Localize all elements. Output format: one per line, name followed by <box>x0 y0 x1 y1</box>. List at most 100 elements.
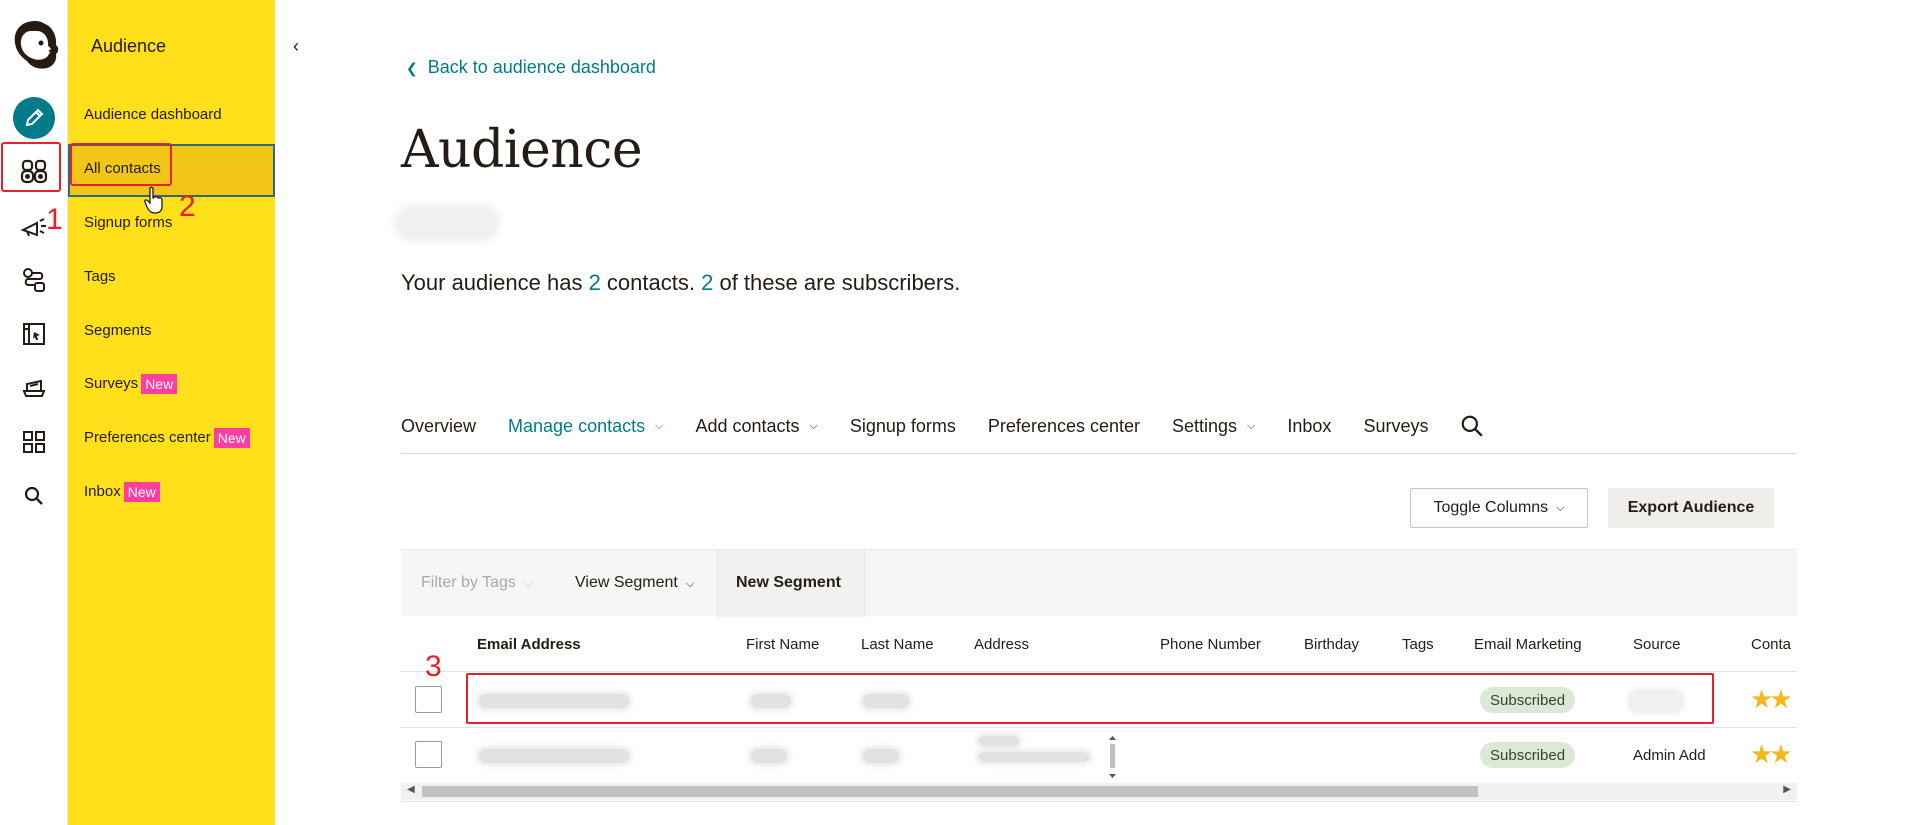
toggle-columns-button[interactable]: Toggle Columns ⌵ <box>1410 488 1588 528</box>
row-divider <box>401 671 1797 672</box>
content-icon <box>22 379 46 397</box>
column-header-first-name[interactable]: First Name <box>746 636 819 653</box>
mailchimp-logo-icon[interactable] <box>9 17 61 73</box>
summary-prefix: Your audience has <box>401 270 589 295</box>
column-header-email-marketing[interactable]: Email Marketing <box>1474 636 1582 653</box>
campaigns-icon <box>20 218 46 237</box>
subnav-item-segments[interactable]: Segments <box>84 322 152 339</box>
subnav-item-surveys-label: Surveys <box>84 374 139 392</box>
search-rail-button[interactable] <box>14 476 54 516</box>
tab-label: Preferences center <box>987 415 1140 436</box>
column-header-tags[interactable]: Tags <box>1402 636 1434 653</box>
tab-manage-contacts[interactable]: Manage contacts ⌵ <box>508 414 663 438</box>
row-checkbox[interactable] <box>415 741 442 768</box>
annotation-box-1 <box>1 142 61 192</box>
integrations-rail-button[interactable] <box>14 422 54 462</box>
tab-signup-forms[interactable]: Signup forms <box>850 414 956 438</box>
chevron-down-icon: ⌵ <box>1247 419 1256 432</box>
subnav-title: Audience <box>91 36 167 56</box>
column-header-birthday[interactable]: Birthday <box>1304 636 1359 653</box>
new-segment-button[interactable]: New Segment <box>736 574 841 592</box>
column-header-email[interactable]: Email Address <box>477 636 581 653</box>
subnav-item-audience-dashboard[interactable]: Audience dashboard <box>84 106 222 123</box>
cell-scrollbar[interactable] <box>1107 734 1118 780</box>
tab-label: Overview <box>401 415 477 436</box>
status-badge: Subscribed <box>1480 742 1576 768</box>
chevron-down-icon: ⌵ <box>1556 501 1565 514</box>
automations-icon <box>23 268 45 292</box>
tab-label: Manage contacts <box>508 415 646 436</box>
subnav-item-surveys[interactable]: Surveys New <box>84 374 178 394</box>
filter-by-tags-dropdown[interactable]: Filter by Tags ⌵ <box>421 574 532 592</box>
annotation-box-3 <box>466 673 1714 724</box>
row-divider <box>401 727 1797 728</box>
address-redacted <box>979 752 1089 762</box>
content-rail-button[interactable] <box>14 367 54 407</box>
view-segment-label: View Segment <box>575 574 678 591</box>
annotation-number-1: 1 <box>46 203 63 236</box>
new-badge: New <box>213 428 250 448</box>
contact-rating-stars: ★★ <box>1750 739 1793 769</box>
search-icon[interactable] <box>1460 414 1484 438</box>
back-link-label: Back to audience dashboard <box>427 57 656 77</box>
create-button[interactable] <box>13 97 55 139</box>
contacts-count: 2 <box>588 270 601 295</box>
tab-label: Surveys <box>1363 415 1429 436</box>
last-name-redacted <box>863 749 899 763</box>
divider <box>717 550 718 617</box>
audience-summary: Your audience has 2 contacts. 2 of these… <box>401 270 960 296</box>
tab-settings[interactable]: Settings ⌵ <box>1172 414 1255 438</box>
collapse-chevron-icon[interactable]: ‹ <box>293 36 299 57</box>
tab-preferences-center[interactable]: Preferences center <box>988 414 1140 438</box>
column-header-contact-rating[interactable]: Conta <box>1751 636 1791 653</box>
annotation-number-2: 2 <box>179 190 196 223</box>
summary-suffix: of these are subscribers. <box>713 270 961 295</box>
pencil-icon <box>25 108 44 127</box>
row-checkbox[interactable] <box>415 686 442 713</box>
tab-add-contacts[interactable]: Add contacts ⌵ <box>695 414 817 438</box>
first-name-redacted <box>751 749 787 763</box>
email-redacted[interactable] <box>479 749 629 763</box>
subnav-item-preferences-label: Preferences center <box>84 428 211 446</box>
subnav-item-signup-forms[interactable]: Signup forms <box>84 214 172 231</box>
tab-overview[interactable]: Overview <box>401 414 476 438</box>
website-icon <box>23 323 45 345</box>
subnav-item-inbox[interactable]: Inbox New <box>84 482 160 502</box>
back-to-dashboard-link[interactable]: ❮ Back to audience dashboard <box>406 57 656 78</box>
filter-bar: Filter by Tags ⌵ View Segment ⌵ New Segmen… <box>401 549 1797 617</box>
annotation-number-3: 3 <box>425 650 442 683</box>
view-segment-dropdown[interactable]: View Segment ⌵ <box>575 574 694 592</box>
chevron-left-icon: ❮ <box>406 60 418 76</box>
page-title: Audience <box>401 120 643 180</box>
tab-inbox[interactable]: Inbox <box>1287 414 1331 438</box>
subnav-item-tags[interactable]: Tags <box>84 268 116 285</box>
scrollbar-thumb[interactable] <box>422 786 1478 797</box>
column-header-last-name[interactable]: Last Name <box>861 636 934 653</box>
annotation-box-2 <box>70 143 172 186</box>
column-header-address[interactable]: Address <box>974 636 1029 653</box>
integrations-icon <box>23 431 45 453</box>
scroll-right-arrow-icon[interactable]: ▶ <box>1783 784 1791 795</box>
audience-tabs: Overview Manage contacts ⌵ Add contacts ⌵ … <box>401 414 1797 454</box>
address-redacted <box>979 736 1019 746</box>
subnav-item-preferences-center[interactable]: Preferences center New <box>84 428 250 448</box>
summary-mid: contacts. <box>600 270 702 295</box>
tab-surveys[interactable]: Surveys <box>1363 414 1428 438</box>
hand-cursor-icon <box>144 186 163 214</box>
icon-rail <box>0 0 68 825</box>
automations-rail-button[interactable] <box>14 260 54 300</box>
audience-subnav: Audience ‹ Audience dashboard All contac… <box>68 0 299 825</box>
export-audience-button[interactable]: Export Audience <box>1608 488 1774 528</box>
website-rail-button[interactable] <box>14 314 54 354</box>
chevron-down-icon: ⌵ <box>809 419 818 432</box>
tab-label: Signup forms <box>849 415 956 436</box>
search-icon <box>24 486 43 505</box>
column-header-source[interactable]: Source <box>1633 636 1681 653</box>
horizontal-scrollbar[interactable]: ◀ ▶ <box>401 783 1797 800</box>
chevron-down-icon: ⌵ <box>523 578 533 590</box>
tab-label: Settings <box>1172 415 1238 436</box>
column-header-phone[interactable]: Phone Number <box>1160 636 1261 653</box>
audience-name-redacted <box>398 208 496 238</box>
new-badge: New <box>123 482 160 502</box>
scroll-left-arrow-icon[interactable]: ◀ <box>407 784 415 795</box>
